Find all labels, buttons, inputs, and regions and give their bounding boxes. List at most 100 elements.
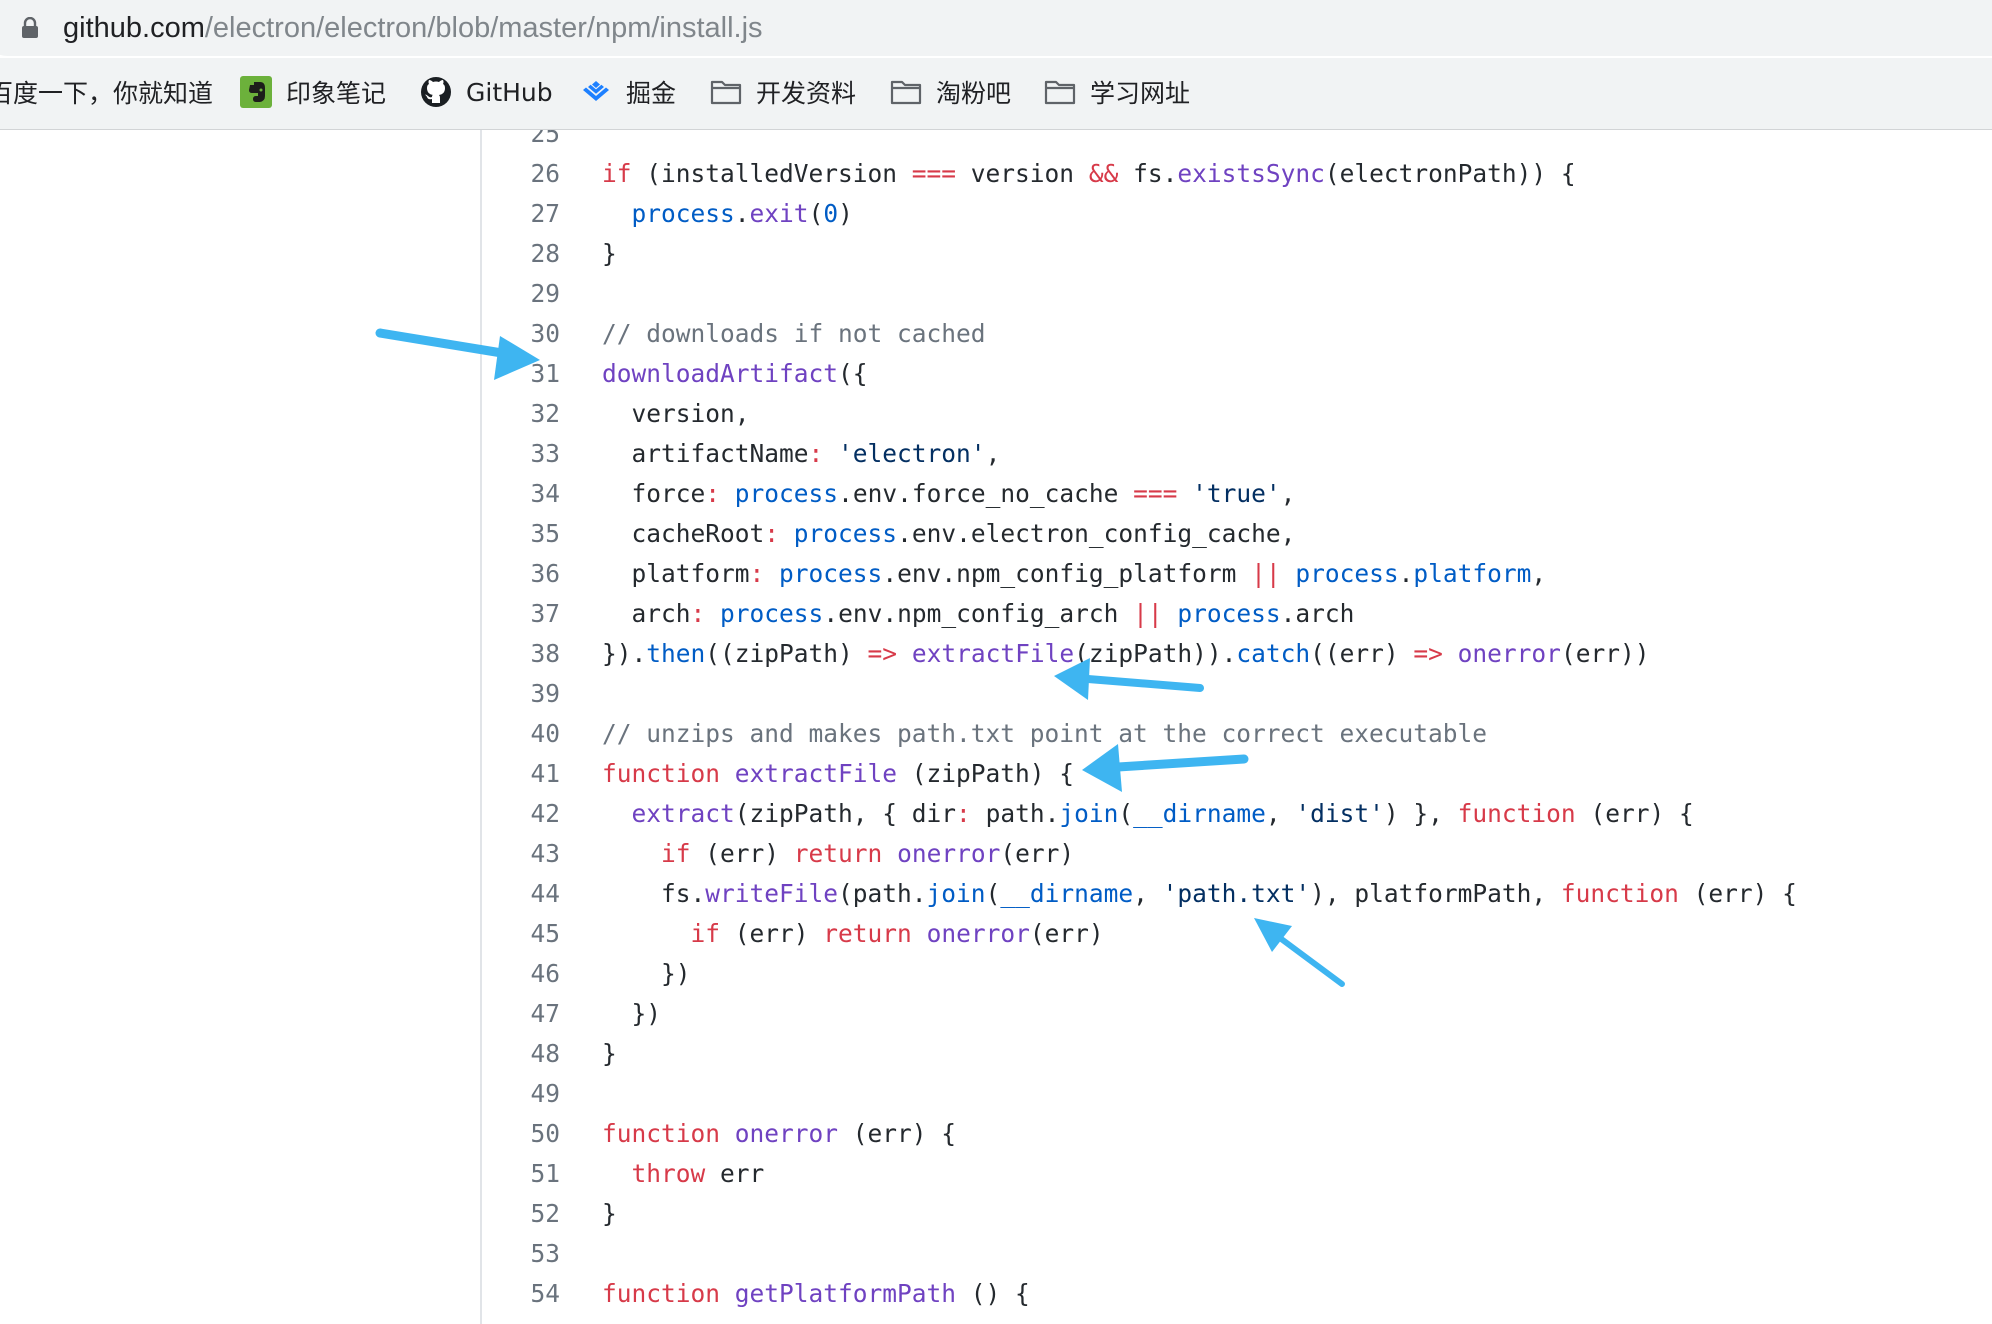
line-number[interactable]: 31 bbox=[480, 354, 560, 394]
code-line: 51 throw err bbox=[0, 1154, 1992, 1194]
code-token: platform bbox=[602, 559, 750, 588]
line-number[interactable]: 52 bbox=[480, 1194, 560, 1234]
code-line: 50 function onerror (err) { bbox=[0, 1114, 1992, 1154]
bookmark-folder-study[interactable]: 学习网址 bbox=[1044, 72, 1190, 112]
line-number[interactable]: 28 bbox=[480, 234, 560, 274]
code-text: force: process.env.force_no_cache === 't… bbox=[602, 474, 1296, 514]
line-number[interactable]: 49 bbox=[480, 1074, 560, 1114]
code-text: cacheRoot: process.env.electron_config_c… bbox=[602, 514, 1296, 554]
code-token: (err) bbox=[1029, 919, 1104, 948]
code-line: 31 downloadArtifact({ bbox=[0, 354, 1992, 394]
code-line: 45 if (err) return onerror(err) bbox=[0, 914, 1992, 954]
code-token: throw bbox=[631, 1159, 706, 1188]
code-token: process bbox=[631, 199, 735, 228]
line-number[interactable]: 30 bbox=[480, 314, 560, 354]
code-token: 'path.txt' bbox=[1162, 879, 1311, 908]
bookmark-baidu[interactable]: 百度一下，你就知道 bbox=[0, 72, 213, 112]
bookmark-juejin[interactable]: 掘金 bbox=[580, 72, 676, 112]
line-number[interactable]: 39 bbox=[480, 674, 560, 714]
code-token: writeFile bbox=[705, 879, 839, 908]
bookmark-folder-taofenba[interactable]: 淘粉吧 bbox=[890, 72, 1011, 112]
line-number[interactable]: 45 bbox=[480, 914, 560, 954]
bookmark-evernote[interactable]: 印象笔记 bbox=[240, 72, 386, 112]
line-number[interactable]: 55 bbox=[480, 1314, 560, 1324]
evernote-icon bbox=[240, 76, 272, 108]
code-text: artifactName: 'electron', bbox=[602, 434, 1001, 474]
lock-icon[interactable] bbox=[21, 17, 39, 39]
code-token: (err) { bbox=[1678, 879, 1797, 908]
code-token: cacheRoot bbox=[602, 519, 765, 548]
code-line: 38 }).then((zipPath) => extractFile(zipPa… bbox=[0, 634, 1992, 674]
line-number[interactable]: 25 bbox=[480, 130, 560, 154]
line-number[interactable]: 32 bbox=[480, 394, 560, 434]
line-number[interactable]: 54 bbox=[480, 1274, 560, 1314]
code-token: => bbox=[867, 639, 898, 668]
line-number[interactable]: 51 bbox=[480, 1154, 560, 1194]
code-token: (zipPath)). bbox=[1074, 639, 1237, 668]
code-token: : bbox=[808, 439, 824, 468]
line-number[interactable]: 42 bbox=[480, 794, 560, 834]
code-token: function bbox=[1457, 799, 1576, 828]
line-number[interactable]: 38 bbox=[480, 634, 560, 674]
line-number[interactable]: 53 bbox=[480, 1234, 560, 1274]
code-token: , bbox=[985, 439, 1001, 468]
line-number[interactable]: 27 bbox=[480, 194, 560, 234]
code-line: 37 arch: process.env.npm_config_arch || … bbox=[0, 594, 1992, 634]
code-line: 52} bbox=[0, 1194, 1992, 1234]
line-number[interactable]: 43 bbox=[480, 834, 560, 874]
code-token: } bbox=[602, 239, 617, 268]
line-number[interactable]: 26 bbox=[480, 154, 560, 194]
code-token: path. bbox=[970, 799, 1060, 828]
line-number[interactable]: 50 bbox=[480, 1114, 560, 1154]
code-token: : bbox=[705, 479, 721, 508]
bookmark-github[interactable]: GitHub bbox=[420, 72, 553, 112]
line-number[interactable]: 46 bbox=[480, 954, 560, 994]
line-number[interactable]: 37 bbox=[480, 594, 560, 634]
line-number[interactable]: 48 bbox=[480, 1034, 560, 1074]
bookmark-label: GitHub bbox=[466, 77, 553, 107]
code-text: platform: process.env.npm_config_platfor… bbox=[602, 554, 1547, 594]
code-token: fs. bbox=[1118, 159, 1178, 188]
code-text: // downloads if not cached bbox=[602, 314, 986, 354]
code-token: // unzips and makes path.txt point at th… bbox=[602, 719, 1488, 748]
code-token: __dirname bbox=[1133, 799, 1266, 828]
code-token: getPlatformPath bbox=[734, 1279, 957, 1308]
code-text: } bbox=[602, 1034, 617, 1074]
code-token: ) }, bbox=[1383, 799, 1458, 828]
line-number[interactable]: 33 bbox=[480, 434, 560, 474]
line-number[interactable]: 44 bbox=[480, 874, 560, 914]
line-number[interactable]: 41 bbox=[480, 754, 560, 794]
code-token: version, bbox=[602, 399, 750, 428]
code-line: 54 function getPlatformPath () { bbox=[0, 1274, 1992, 1314]
code-token: ((zipPath) bbox=[705, 639, 868, 668]
code-token: platform bbox=[1413, 559, 1532, 588]
line-number[interactable]: 35 bbox=[480, 514, 560, 554]
line-number[interactable]: 36 bbox=[480, 554, 560, 594]
bookmark-label: 掘金 bbox=[626, 79, 677, 108]
code-token: onerror bbox=[1457, 639, 1561, 668]
code-token: === bbox=[911, 159, 957, 188]
url-text[interactable]: github.com/electron/electron/blob/master… bbox=[63, 11, 763, 45]
code-token: 'electron' bbox=[838, 439, 986, 468]
code-token: join bbox=[926, 879, 986, 908]
github-icon bbox=[421, 77, 451, 107]
bookmark-folder-dev[interactable]: 开发资料 bbox=[710, 72, 856, 112]
code-token: === bbox=[1133, 479, 1178, 508]
address-bar: github.com/electron/electron/blob/master… bbox=[0, 0, 1992, 58]
line-number[interactable]: 29 bbox=[480, 274, 560, 314]
line-number[interactable]: 40 bbox=[480, 714, 560, 754]
code-text: }).then((zipPath) => extractFile(zipPath… bbox=[602, 634, 1649, 674]
code-token: force bbox=[602, 479, 706, 508]
code-token: existsSync bbox=[1177, 159, 1325, 188]
line-number[interactable]: 47 bbox=[480, 994, 560, 1034]
code-token: (zipPath, { dir bbox=[734, 799, 957, 828]
code-token: then bbox=[646, 639, 706, 668]
line-number[interactable]: 34 bbox=[480, 474, 560, 514]
code-token: exit bbox=[749, 199, 809, 228]
code-text: function getPlatformPath () { bbox=[602, 1274, 1030, 1314]
code-token: || bbox=[1133, 599, 1163, 628]
